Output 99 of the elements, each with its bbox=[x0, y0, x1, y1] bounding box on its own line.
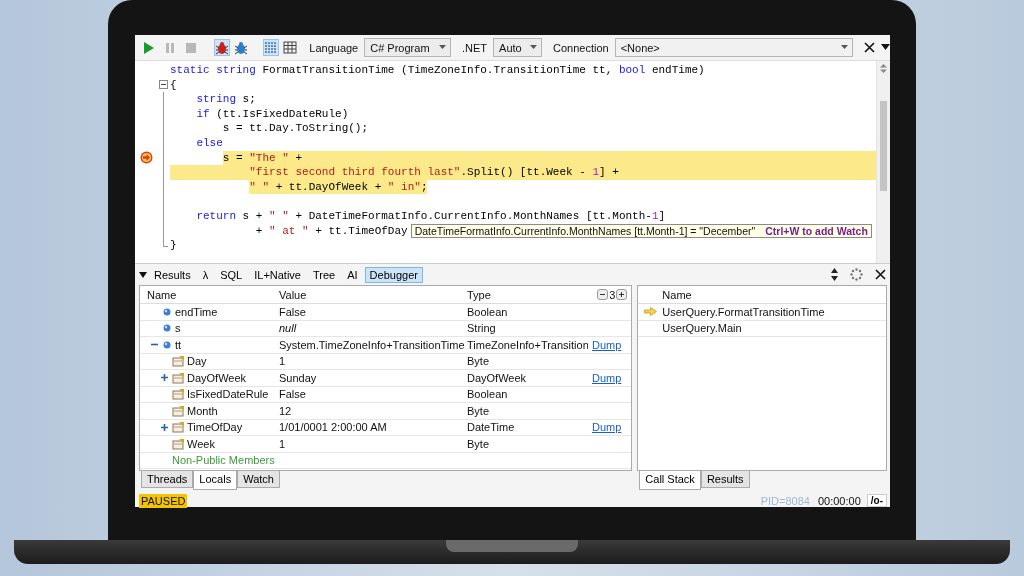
framework-label: .NET bbox=[462, 41, 488, 54]
table-cell-text: Byte bbox=[466, 404, 490, 417]
code-line: else bbox=[195, 135, 223, 151]
column-header[interactable]: Value bbox=[276, 288, 464, 301]
variable-name: Week bbox=[187, 437, 215, 450]
group-row[interactable]: Non-Public Members bbox=[172, 454, 275, 467]
output-tab[interactable]: IL+Native bbox=[249, 266, 306, 283]
property-icon bbox=[172, 371, 184, 384]
table-cell-text: Sunday bbox=[278, 371, 318, 384]
scrollbar-thumb[interactable] bbox=[880, 101, 887, 191]
language-label: Language bbox=[309, 41, 359, 54]
panel-tab[interactable]: Results bbox=[700, 471, 750, 488]
code-line: } bbox=[170, 238, 177, 253]
dump-link[interactable]: Dump bbox=[592, 421, 622, 434]
code-line: return s + " " + DateTimeFormatInfo.CurrentInfo.MonthNames [tt.Month-1] bbox=[195, 208, 666, 224]
panel-tab[interactable]: Threads bbox=[141, 471, 194, 488]
property-icon bbox=[172, 355, 184, 368]
variable-name: DayOfWeek bbox=[187, 371, 247, 384]
column-header[interactable]: Name bbox=[140, 288, 276, 301]
property-icon bbox=[172, 437, 184, 450]
spinner-icon bbox=[850, 268, 863, 281]
connection-dropdown[interactable]: <None> bbox=[614, 38, 853, 57]
caret-icon[interactable] bbox=[841, 45, 848, 50]
expand-toggle[interactable] bbox=[160, 422, 169, 432]
dump-link[interactable]: Dump bbox=[592, 371, 622, 384]
table-cell-text: 1 bbox=[278, 437, 287, 450]
column-header[interactable]: Type bbox=[464, 288, 588, 301]
sphere-icon bbox=[162, 306, 172, 317]
table-cell-text: DayOfWeek bbox=[466, 371, 528, 384]
panel-tab[interactable]: Locals bbox=[193, 471, 238, 490]
output-mode-button[interactable]: /o- bbox=[866, 494, 887, 507]
code-line: + " at " + tt.TimeOfDay bbox=[254, 223, 408, 239]
sort-icon[interactable] bbox=[831, 268, 838, 281]
output-tab[interactable]: Tree bbox=[308, 266, 341, 283]
output-tab[interactable]: Results bbox=[149, 266, 196, 283]
table-cell-text: 12 bbox=[278, 404, 293, 417]
panel-tab[interactable]: Watch bbox=[237, 471, 280, 488]
dropdown-arrow-icon[interactable] bbox=[881, 44, 890, 51]
expand-toggle[interactable] bbox=[160, 373, 169, 383]
output-tab[interactable]: Debugger bbox=[364, 266, 423, 283]
code-line: { bbox=[170, 77, 177, 93]
output-tab[interactable]: AI bbox=[342, 266, 363, 283]
vertical-scrollbar[interactable] bbox=[876, 61, 890, 263]
column-header[interactable]: Name bbox=[662, 288, 692, 301]
code-line: static string FormatTransitionTime (TimeZoneInfo.TransitionTime tt, bool endTime) bbox=[170, 63, 705, 78]
code-line: if (tt.IsFixedDateRule) bbox=[195, 106, 349, 122]
table-cell-text: System.TimeZoneInfo+TransitionTime bbox=[278, 338, 464, 351]
table-cell-text: Boolean bbox=[466, 305, 509, 318]
variable-name: Month bbox=[187, 404, 218, 417]
table-cell-text: 1/01/0001 2:00:00 AM bbox=[278, 421, 388, 434]
tooltip-expression: DateTimeFormatInfo.CurrentInfo.MonthNames [tt.Month-1] = "December" bbox=[414, 224, 756, 238]
stack-frame[interactable]: UserQuery.FormatTransitionTime bbox=[662, 305, 825, 318]
table-cell-text: Byte bbox=[466, 437, 490, 450]
depth-value: 3 bbox=[609, 288, 616, 301]
output-tab[interactable]: λ bbox=[197, 266, 214, 283]
property-icon bbox=[172, 421, 184, 434]
output-tab[interactable]: SQL bbox=[215, 266, 248, 283]
dump-link[interactable]: Dump bbox=[592, 338, 622, 351]
collapse-icon[interactable] bbox=[159, 80, 168, 90]
bug-button[interactable] bbox=[213, 39, 231, 56]
sphere-icon bbox=[162, 323, 172, 334]
table-cell-text: False bbox=[278, 305, 307, 318]
framework-dropdown[interactable]: Auto bbox=[493, 38, 542, 57]
code-line: s = tt.Day.ToString(); bbox=[221, 121, 369, 136]
table-cell-text: Byte bbox=[466, 355, 490, 368]
scroll-arrows-icon[interactable] bbox=[880, 64, 887, 73]
elapsed-time: 00:00:00 bbox=[817, 494, 861, 507]
bug-button[interactable] bbox=[233, 39, 250, 56]
stack-frame[interactable]: UserQuery.Main bbox=[662, 322, 742, 335]
table-cell-text: False bbox=[278, 388, 307, 401]
caret-icon[interactable] bbox=[530, 45, 537, 50]
caret-icon[interactable] bbox=[439, 45, 447, 50]
collapse-arrow-icon[interactable] bbox=[139, 271, 147, 278]
table-cell-text: DateTime bbox=[466, 421, 516, 434]
property-icon bbox=[172, 404, 184, 417]
code-editor[interactable] bbox=[135, 60, 890, 264]
sphere-icon bbox=[162, 339, 172, 350]
connection-label: Connection bbox=[553, 41, 609, 54]
variable-name: s bbox=[175, 322, 181, 335]
status-badge: PAUSED bbox=[139, 493, 188, 508]
variable-name: TimeOfDay bbox=[187, 421, 243, 434]
variable-name: tt bbox=[175, 338, 182, 351]
variable-name: IsFixedDateRule bbox=[187, 388, 269, 401]
tooltip-hint: Ctrl+W to add Watch bbox=[765, 224, 868, 238]
variable-name: endTime bbox=[175, 305, 218, 318]
property-icon bbox=[172, 388, 184, 401]
process-id: PID=8084 bbox=[760, 494, 810, 507]
panel-tab[interactable]: Call Stack bbox=[639, 471, 701, 490]
table-cell-text: Boolean bbox=[466, 388, 509, 401]
table-cell-text: null bbox=[278, 322, 298, 335]
variable-name: Day bbox=[187, 355, 207, 368]
grid-view-button[interactable] bbox=[282, 39, 299, 56]
language-dropdown[interactable]: C# Program bbox=[364, 38, 452, 57]
close-icon[interactable] bbox=[875, 269, 886, 280]
table-cell-text: String bbox=[466, 322, 497, 335]
code-line: string s; bbox=[195, 92, 256, 107]
table-cell-text: TimeZoneInfo+Transition bbox=[466, 338, 588, 351]
table-cell-text: 1 bbox=[278, 355, 287, 368]
close-icon[interactable] bbox=[864, 42, 875, 53]
